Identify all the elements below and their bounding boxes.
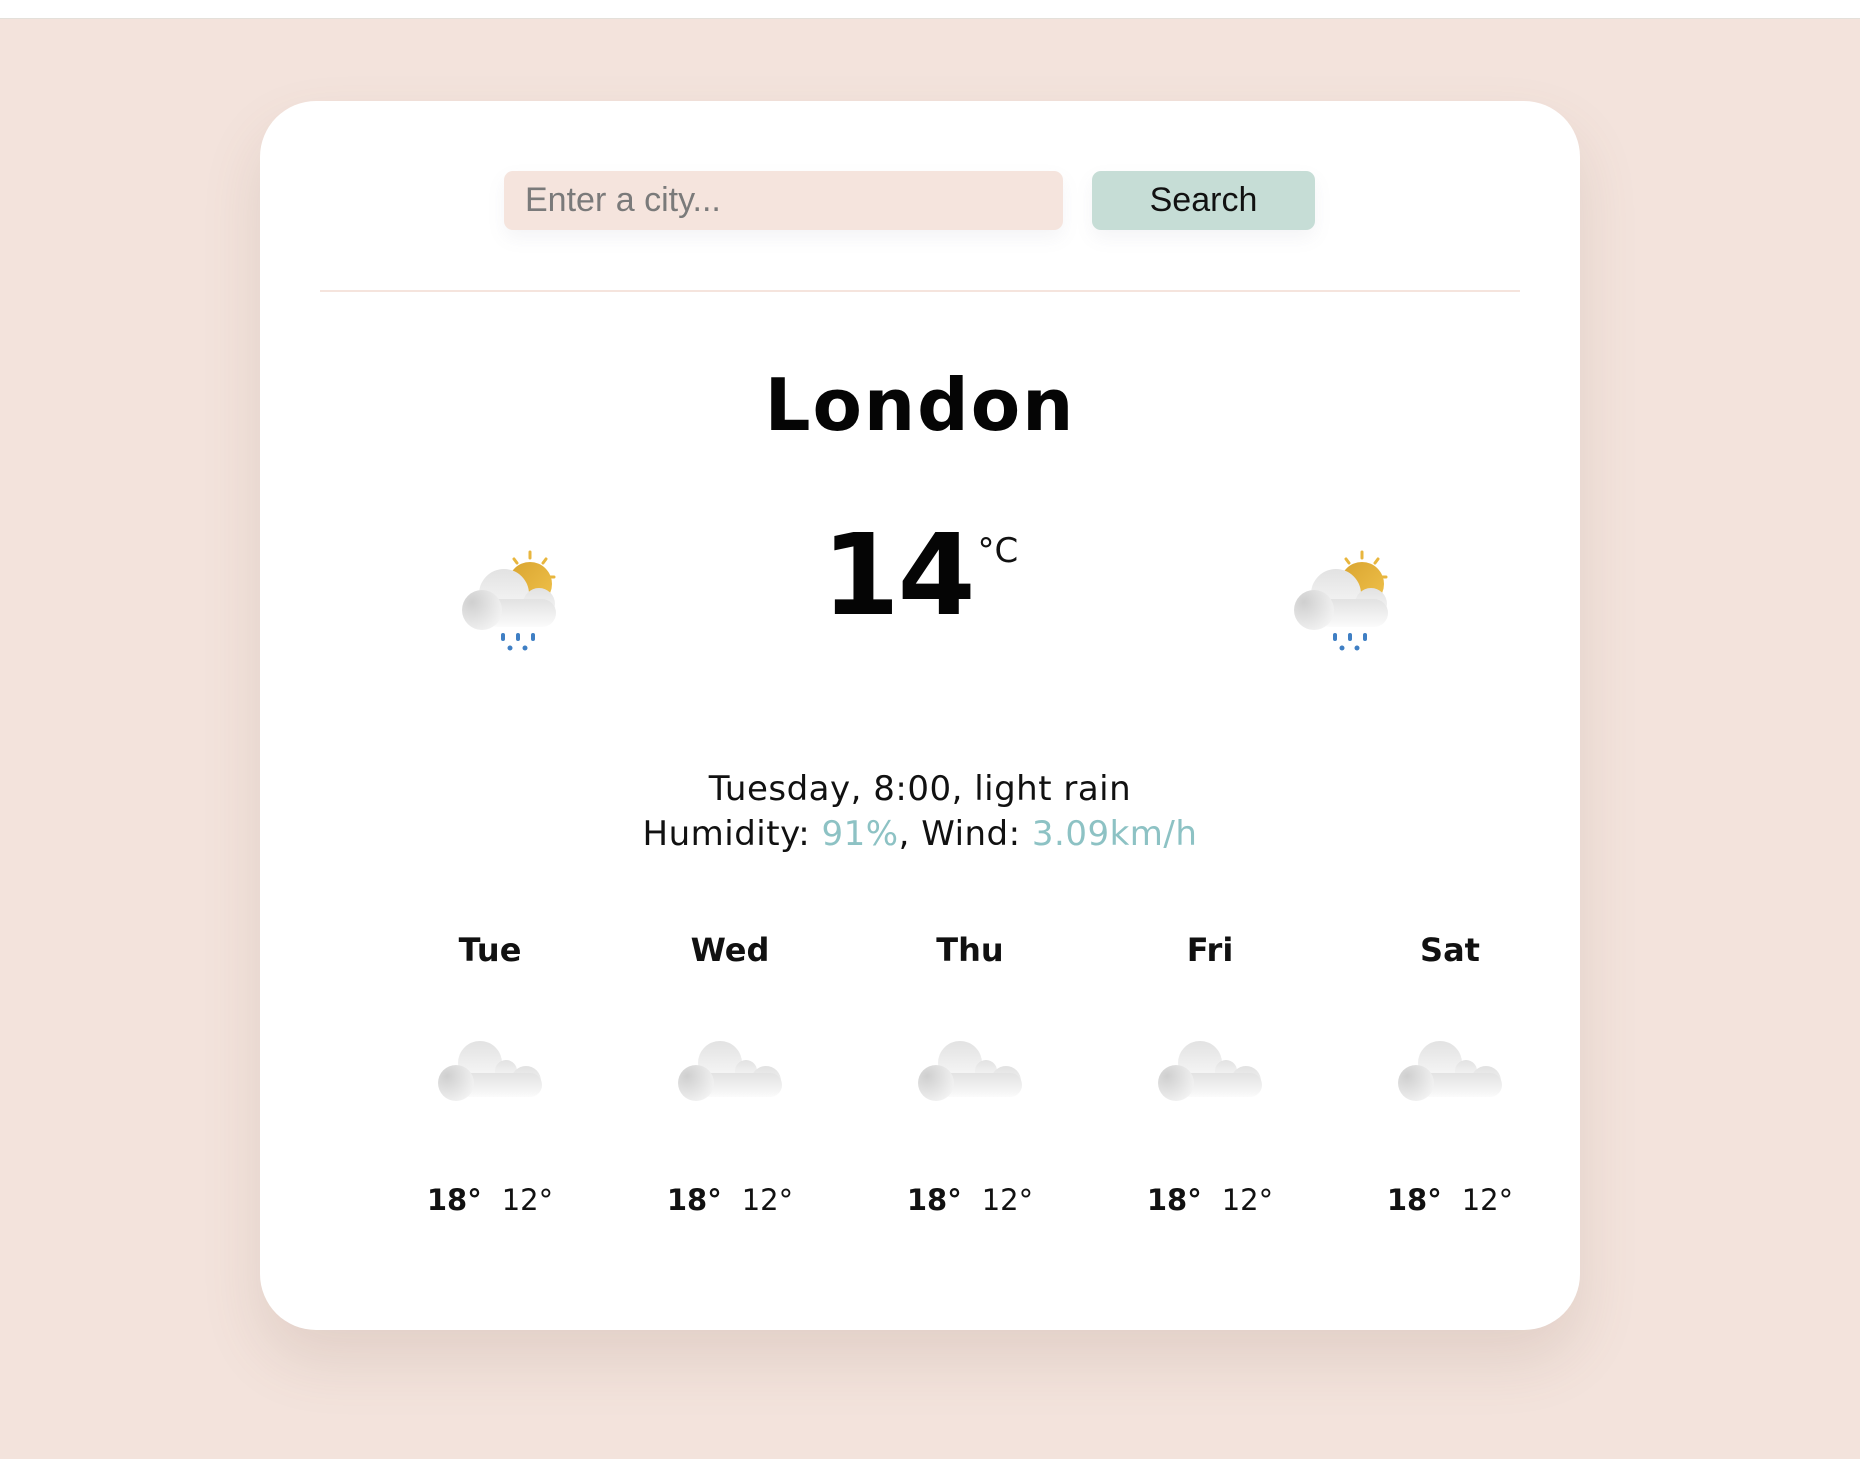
- humidity-value: 91%: [821, 814, 899, 854]
- forecast-temps: 18° 12°: [610, 1183, 850, 1217]
- city-name: London: [764, 363, 1076, 447]
- date-condition-line: Tuesday, 8:00, light rain: [708, 769, 1132, 809]
- forecast-max-temp: 18°: [426, 1183, 482, 1217]
- forecast-day-name: Thu: [936, 931, 1004, 969]
- forecast-max-temp: 18°: [666, 1183, 722, 1217]
- browser-top-strip: [0, 0, 1860, 19]
- forecast-min-temp: 12°: [741, 1183, 794, 1217]
- forecast-day-name: Fri: [1186, 931, 1234, 969]
- forecast-max-temp: 18°: [1386, 1183, 1442, 1217]
- forecast-day-name: Tue: [458, 931, 522, 969]
- forecast-day: Fri 18° 12°: [1090, 931, 1330, 1231]
- wind-value: 3.09km/h: [1031, 814, 1198, 854]
- divider: [320, 290, 1520, 292]
- forecast-max-temp: 18°: [1146, 1183, 1202, 1217]
- cloud-icon: [908, 1031, 1032, 1111]
- forecast: Tue 18° 12° Wed 18° 12° Thu 18° 12° Fri …: [370, 931, 1570, 1231]
- forecast-min-temp: 12°: [501, 1183, 554, 1217]
- weather-card: Search London 14°C: [260, 101, 1580, 1330]
- partly-cloudy-rain-icon: [1278, 544, 1408, 664]
- forecast-temps: 18° 12°: [1330, 1183, 1570, 1217]
- forecast-min-temp: 12°: [1221, 1183, 1274, 1217]
- forecast-min-temp: 12°: [981, 1183, 1034, 1217]
- cloud-icon: [428, 1031, 552, 1111]
- forecast-day-name: Sat: [1420, 931, 1480, 969]
- humidity-wind-line: Humidity: 91%, Wind: 3.09km/h: [260, 812, 1580, 857]
- forecast-temps: 18° 12°: [850, 1183, 1090, 1217]
- forecast-day: Wed 18° 12°: [610, 931, 850, 1231]
- cloud-icon: [668, 1031, 792, 1111]
- city-search-input[interactable]: [504, 171, 1063, 230]
- humidity-label: Humidity:: [642, 814, 822, 854]
- cloud-icon: [1388, 1031, 1512, 1111]
- temperature-unit: °C: [977, 531, 1019, 571]
- forecast-temps: 18° 12°: [370, 1183, 610, 1217]
- cloud-icon: [1148, 1031, 1272, 1111]
- forecast-day: Tue 18° 12°: [370, 931, 610, 1231]
- forecast-day: Sat 18° 12°: [1330, 931, 1570, 1231]
- weather-description: Tuesday, 8:00, light rain Humidity: 91%,…: [260, 767, 1580, 857]
- forecast-day-name: Wed: [690, 931, 770, 969]
- forecast-min-temp: 12°: [1461, 1183, 1514, 1217]
- search-form: Search: [504, 171, 1315, 230]
- forecast-day: Thu 18° 12°: [850, 931, 1090, 1231]
- wind-label: , Wind:: [898, 814, 1032, 854]
- forecast-max-temp: 18°: [906, 1183, 962, 1217]
- search-button[interactable]: Search: [1092, 171, 1315, 230]
- forecast-temps: 18° 12°: [1090, 1183, 1330, 1217]
- temperature-value: 14: [821, 511, 976, 641]
